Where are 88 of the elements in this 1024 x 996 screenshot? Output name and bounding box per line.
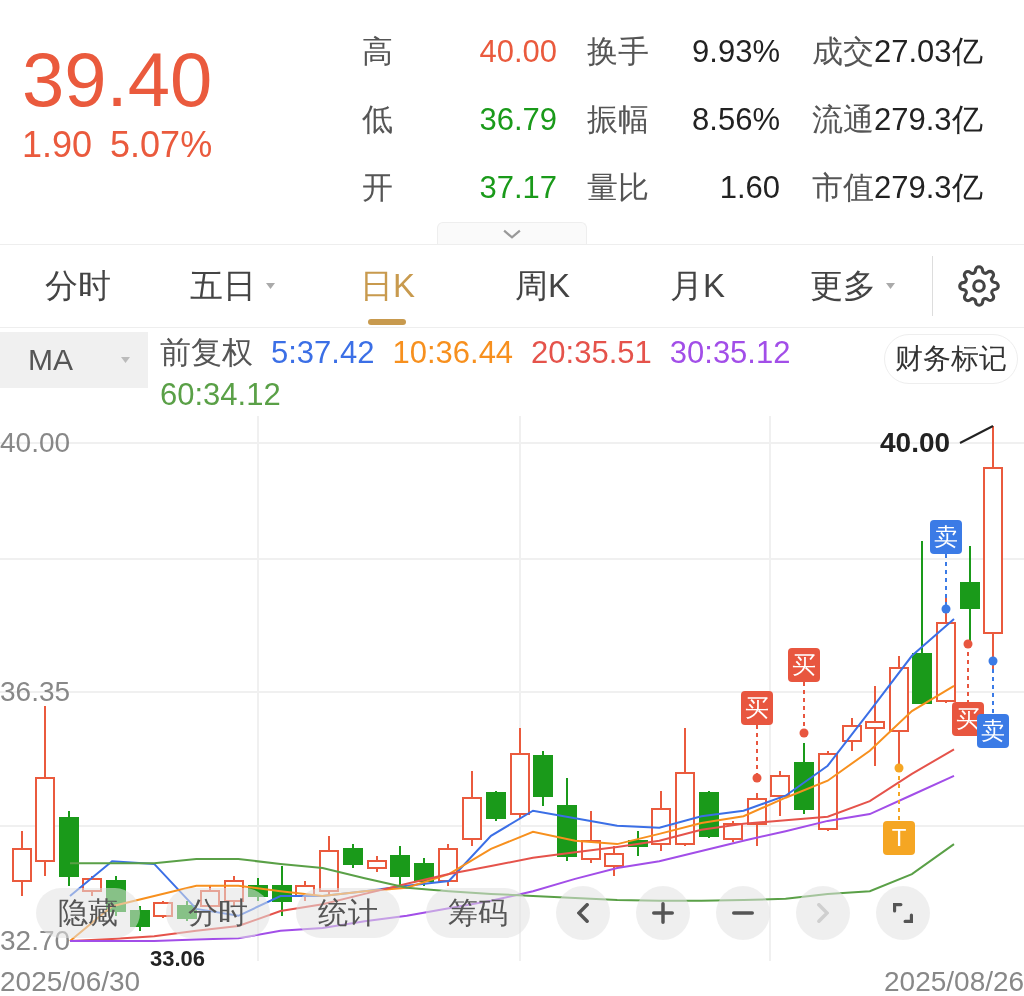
candlestick	[367, 855, 387, 873]
period-tab[interactable]: 分时	[0, 245, 155, 327]
signal-leader-line	[894, 763, 904, 822]
leader-line	[959, 425, 994, 444]
period-tab[interactable]: 月K	[620, 245, 775, 327]
stat-label: 高	[362, 33, 394, 71]
minus-icon	[732, 911, 754, 915]
candlestick	[842, 717, 862, 752]
date-axis-label: 2025/08/26	[884, 966, 1024, 996]
stat-value: 37.17	[478, 169, 557, 207]
candlestick	[604, 845, 624, 877]
date-axis-label: 2025/06/30	[0, 966, 141, 996]
stat-label: 流通	[812, 101, 874, 139]
stat-label: 成交	[812, 33, 874, 71]
stat-label: 量比	[586, 169, 650, 207]
caret-icon	[266, 283, 275, 289]
stat-value: 8.56%	[691, 101, 780, 139]
chart-tool-button[interactable]: 统计	[296, 888, 400, 938]
period-tab[interactable]: 周K	[465, 245, 620, 327]
adjust-label: 前复权	[160, 334, 253, 372]
candlestick	[533, 750, 553, 807]
candlestick	[770, 770, 790, 817]
candlestick	[414, 857, 434, 887]
expand-handle[interactable]	[437, 222, 587, 244]
stat-value: 40.00	[478, 33, 557, 71]
stat-value: 27.03亿	[874, 33, 983, 71]
last-price: 39.40	[22, 42, 214, 118]
chevron-left-icon	[577, 903, 589, 923]
signal-leader-line	[988, 656, 998, 715]
ma-legend-value: 5:37.42	[271, 334, 375, 372]
zoom-out-button[interactable]	[716, 886, 770, 940]
stat-value: 9.93%	[691, 33, 780, 71]
candlestick	[486, 790, 506, 822]
candlestick	[272, 865, 292, 917]
stat-value: 279.3亿	[874, 169, 983, 207]
ma-legend-value: 60:34.12	[160, 376, 281, 414]
indicator-dropdown[interactable]: MA	[0, 332, 148, 388]
candlestick	[153, 900, 173, 919]
price-axis-label: 40.00	[0, 427, 71, 459]
candlestick	[628, 830, 648, 857]
candlestick	[82, 875, 102, 897]
candlestick	[651, 790, 671, 852]
stat-label: 市值	[812, 169, 874, 207]
ma-legend-value: 30:35.12	[669, 334, 791, 372]
candlestick	[390, 845, 410, 887]
candlestick	[319, 835, 339, 897]
signal-leader-line	[799, 681, 809, 738]
price-change: 1.90	[22, 124, 93, 166]
trade-signal-tag: T	[883, 821, 915, 855]
chevron-right-icon	[817, 903, 829, 923]
stat-label: 振幅	[586, 101, 650, 139]
signal-leader-line	[941, 553, 951, 614]
chart-tool-button[interactable]: 筹码	[426, 888, 530, 938]
stat-value: 279.3亿	[874, 101, 983, 139]
candlestick	[581, 810, 601, 864]
candlestick	[343, 843, 363, 869]
plus-icon	[652, 902, 674, 924]
trade-signal-tag: 卖	[930, 520, 962, 554]
finance-marks-button[interactable]: 财务标记	[884, 334, 1018, 384]
stat-label: 低	[362, 101, 394, 139]
trade-signal-tag: 买	[741, 691, 773, 725]
stat-value: 36.79	[478, 101, 557, 139]
candlestick	[12, 830, 32, 897]
candlestick	[295, 880, 315, 902]
signal-leader-line	[752, 724, 762, 783]
previous-button[interactable]	[556, 886, 610, 940]
candlestick	[747, 792, 767, 847]
trade-signal-tag: 卖	[977, 714, 1009, 748]
period-tab[interactable]: 五日	[155, 245, 310, 327]
caret-icon	[886, 283, 895, 289]
expand-icon	[893, 903, 913, 923]
ma-legend-value: 10:36.44	[392, 334, 514, 372]
stat-value: 1.60	[718, 169, 780, 207]
settings-icon	[957, 265, 1000, 307]
candlestick	[130, 905, 150, 932]
percent-change: 5.07%	[110, 124, 213, 166]
trade-signal-tag: 买	[788, 648, 820, 682]
high-price-label: 40.00	[880, 427, 951, 459]
ma-legend-value: 20:35.51	[531, 334, 652, 372]
caret-icon	[121, 357, 130, 363]
period-tab[interactable]: 更多	[775, 245, 930, 327]
signal-leader-line	[963, 639, 973, 703]
price-axis-label: 36.35	[0, 676, 71, 708]
chevron-down-icon	[503, 228, 521, 239]
candlestick	[248, 877, 268, 902]
low-price-label: 33.06	[150, 946, 206, 972]
stat-label: 开	[362, 169, 394, 207]
stat-label: 换手	[586, 33, 650, 71]
